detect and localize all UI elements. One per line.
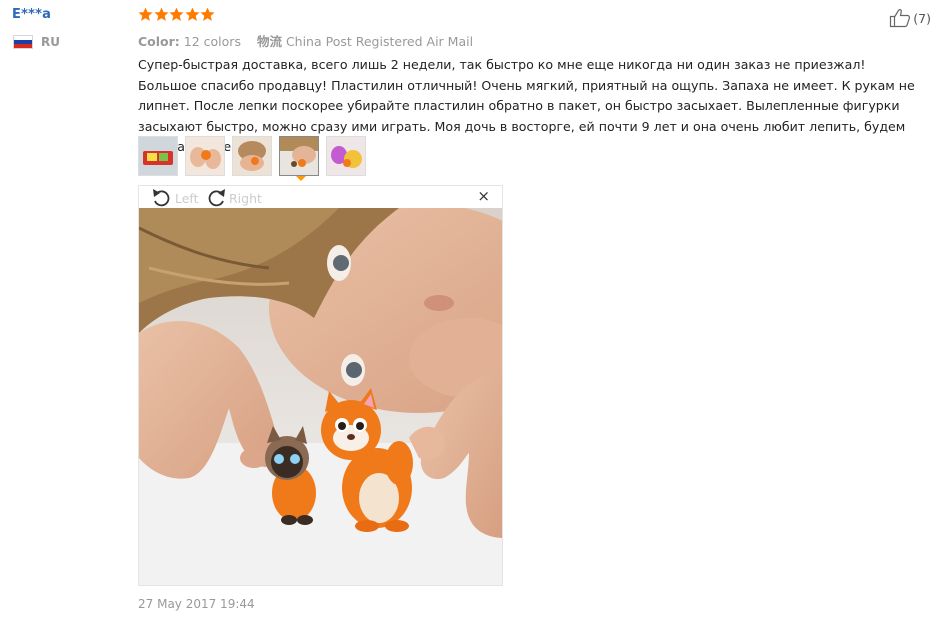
shipping-label: 物流 — [256, 34, 282, 49]
review-photo-thumbnail[interactable] — [326, 136, 366, 176]
review-photo-thumbnails — [138, 136, 373, 176]
order-info: Color: 12 colors 物流 China Post Registere… — [138, 31, 473, 50]
review-photo-thumbnail[interactable] — [185, 136, 225, 176]
review-date: 27 May 2017 19:44 — [138, 597, 255, 611]
rotate-right-label: Right — [229, 190, 262, 206]
thumbs-up-icon — [890, 9, 911, 28]
star-icon — [138, 7, 153, 21]
color-value: 12 colors — [183, 34, 241, 49]
close-viewer-button[interactable]: × — [477, 189, 490, 204]
review-photo-thumbnail[interactable] — [232, 136, 272, 176]
rotate-left-label: Left — [175, 190, 199, 206]
rotate-left-button[interactable]: Left — [151, 188, 199, 208]
reviewer-country: RU — [13, 35, 60, 49]
star-icon — [153, 7, 169, 21]
shipping-value: China Post Registered Air Mail — [285, 34, 474, 49]
review-photo-large — [139, 208, 502, 585]
rotate-right-button[interactable]: Right — [205, 188, 262, 208]
review-photo-thumbnail-selected[interactable] — [279, 136, 319, 176]
photo-viewer-toolbar: Left Right × — [139, 186, 502, 208]
photo-viewer: Left Right × — [138, 185, 503, 586]
country-code: RU — [41, 35, 60, 49]
star-icon — [200, 7, 215, 21]
girl-with-clay-cats-photo — [139, 208, 502, 585]
star-icon — [184, 7, 200, 21]
rotate-left-icon — [153, 189, 170, 207]
review-photo-thumbnail[interactable] — [138, 136, 178, 176]
helpful-button[interactable]: (7) — [889, 8, 931, 28]
russia-flag-icon — [13, 35, 33, 49]
selected-thumbnail-indicator — [296, 176, 306, 181]
helpful-count: (7) — [913, 10, 931, 26]
rotate-right-icon — [208, 189, 225, 207]
color-label: Color: — [138, 34, 180, 49]
rating-stars — [138, 7, 216, 22]
star-icon — [169, 7, 184, 21]
reviewer-name[interactable]: E***a — [12, 7, 51, 22]
